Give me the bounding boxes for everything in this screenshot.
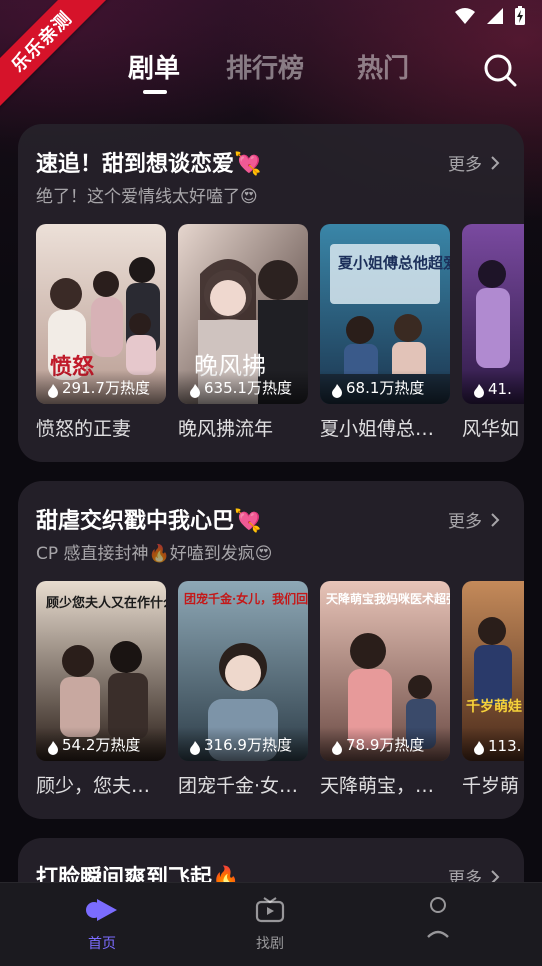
top-navigation: 剧单 排行榜 热门: [0, 48, 542, 96]
drama-title: 晚风拂流年: [178, 418, 274, 440]
heat-badge: 316.9万热度: [178, 727, 308, 761]
heat-badge: 54.2万热度: [36, 727, 166, 761]
drama-card[interactable]: 千岁萌娃 113. 千岁萌: [462, 581, 524, 798]
heat-value: 54.2万热度: [62, 736, 141, 754]
fire-icon: [190, 384, 200, 398]
section-subtitle: 绝了！这个爱情线太好嗑了😍: [36, 187, 258, 207]
poster-title-text: 团宠千金·女儿，我们回家: [184, 591, 308, 606]
drama-title: 夏小姐傅总…: [320, 418, 435, 440]
drama-card[interactable]: 41. 风华如: [462, 224, 524, 441]
heat-value: 78.9万热度: [346, 736, 425, 754]
drama-card-row: 顾少您夫人又在作什么 54.2万热度 顾少，您夫… 团宠千金·女儿，我们回家 3…: [36, 581, 524, 801]
wifi-icon: [455, 8, 475, 24]
heat-badge: 78.9万热度: [320, 727, 450, 761]
heat-badge: 41.: [462, 370, 524, 404]
tab-hot[interactable]: 热门: [357, 48, 409, 85]
heat-value: 113.: [488, 737, 522, 755]
more-label: 更多: [448, 512, 482, 532]
poster-title-text: 千岁萌娃: [466, 698, 522, 715]
section-subtitle: CP 感直接封神🔥好嗑到发疯😍: [36, 544, 273, 564]
drama-title: 风华如: [462, 418, 520, 440]
poster-title-text: 顾少您夫人又在作什么: [46, 595, 166, 611]
more-button[interactable]: 更多: [448, 507, 500, 532]
heat-value: 635.1万热度: [204, 379, 292, 397]
drama-card[interactable]: 夏小姐傅总他超爱 68.1万热度 夏小姐傅总…: [320, 224, 450, 441]
bottom-nav-label: 首页: [88, 936, 116, 952]
fire-icon: [332, 384, 342, 398]
drama-card[interactable]: 愤怒 291.7万热度 愤怒的正妻: [36, 224, 166, 441]
drama-title: 团宠千金·女…: [178, 775, 299, 797]
home-play-icon: [86, 899, 117, 921]
poster-title-text: 夏小姐傅总他超爱: [337, 254, 450, 272]
drama-poster[interactable]: 千岁萌娃 113.: [462, 581, 524, 761]
tv-icon: [255, 897, 285, 923]
heat-value: 316.9万热度: [204, 736, 292, 754]
drama-card[interactable]: 顾少您夫人又在作什么 54.2万热度 顾少，您夫…: [36, 581, 166, 798]
drama-title: 愤怒的正妻: [36, 418, 132, 440]
fire-icon: [474, 741, 484, 755]
drama-poster[interactable]: 顾少您夫人又在作什么 54.2万热度: [36, 581, 166, 761]
drama-poster[interactable]: 晚风拂 635.1万热度: [178, 224, 308, 404]
heat-badge: 68.1万热度: [320, 370, 450, 404]
drama-poster[interactable]: 团宠千金·女儿，我们回家 316.9万热度: [178, 581, 308, 761]
drama-title: 天降萌宝，…: [320, 775, 435, 797]
profile-icon: [427, 897, 449, 938]
more-button[interactable]: 更多: [448, 150, 500, 175]
poster-title-text: 天降萌宝我妈咪医术超强: [326, 591, 450, 606]
cellular-signal-icon: [487, 8, 503, 24]
bottom-nav-home[interactable]: 首页: [62, 897, 142, 953]
drama-card[interactable]: 晚风拂 635.1万热度 晚风拂流年: [178, 224, 308, 441]
drama-card[interactable]: 天降萌宝我妈咪医术超强 78.9万热度 天降萌宝，…: [320, 581, 450, 798]
section-sweet-romance: 速追！甜到想谈恋爱💘 绝了！这个爱情线太好嗑了😍 更多 愤怒 291.7万热度: [18, 124, 524, 462]
bottom-navigation: 首页 找剧: [0, 882, 542, 966]
active-tab-indicator: [143, 90, 167, 94]
bottom-nav-label: 找剧: [256, 936, 284, 952]
heat-badge: 635.1万热度: [178, 370, 308, 404]
battery-charging-icon: [515, 6, 525, 25]
fire-icon: [332, 741, 342, 755]
drama-title: 顾少，您夫…: [36, 775, 151, 797]
fire-icon: [48, 741, 58, 755]
chevron-right-icon: [491, 512, 500, 527]
section-title: 速追！甜到想谈恋爱💘: [36, 152, 262, 177]
bottom-nav-find[interactable]: 找剧: [230, 897, 310, 953]
tab-playlist[interactable]: 剧单: [128, 48, 180, 85]
drama-poster[interactable]: 天降萌宝我妈咪医术超强 78.9万热度: [320, 581, 450, 761]
drama-card-row: 愤怒 291.7万热度 愤怒的正妻 晚风拂 635.1万热度 晚风拂流年 夏小姐…: [36, 224, 524, 444]
drama-poster[interactable]: 愤怒 291.7万热度: [36, 224, 166, 404]
heat-badge: 113.: [462, 727, 524, 761]
section-title: 甜虐交织戳中我心巴💘: [36, 509, 262, 534]
heat-value: 68.1万热度: [346, 379, 425, 397]
fire-icon: [474, 384, 484, 398]
drama-poster[interactable]: 夏小姐傅总他超爱 68.1万热度: [320, 224, 450, 404]
fire-icon: [190, 741, 200, 755]
more-label: 更多: [448, 155, 482, 175]
heat-value: 41.: [488, 380, 512, 398]
drama-card[interactable]: 团宠千金·女儿，我们回家 316.9万热度 团宠千金·女…: [178, 581, 308, 798]
chevron-right-icon: [491, 155, 500, 170]
heat-badge: 291.7万热度: [36, 370, 166, 404]
section-sweet-angst: 甜虐交织戳中我心巴💘 CP 感直接封神🔥好嗑到发疯😍 更多 顾少您夫人又在作什么…: [18, 481, 524, 819]
heat-value: 291.7万热度: [62, 379, 150, 397]
drama-title: 千岁萌: [462, 775, 520, 797]
search-icon[interactable]: [482, 52, 518, 88]
fire-icon: [48, 384, 58, 398]
drama-poster[interactable]: 41.: [462, 224, 524, 404]
bottom-nav-profile[interactable]: [398, 897, 478, 947]
tab-ranking[interactable]: 排行榜: [226, 48, 304, 85]
